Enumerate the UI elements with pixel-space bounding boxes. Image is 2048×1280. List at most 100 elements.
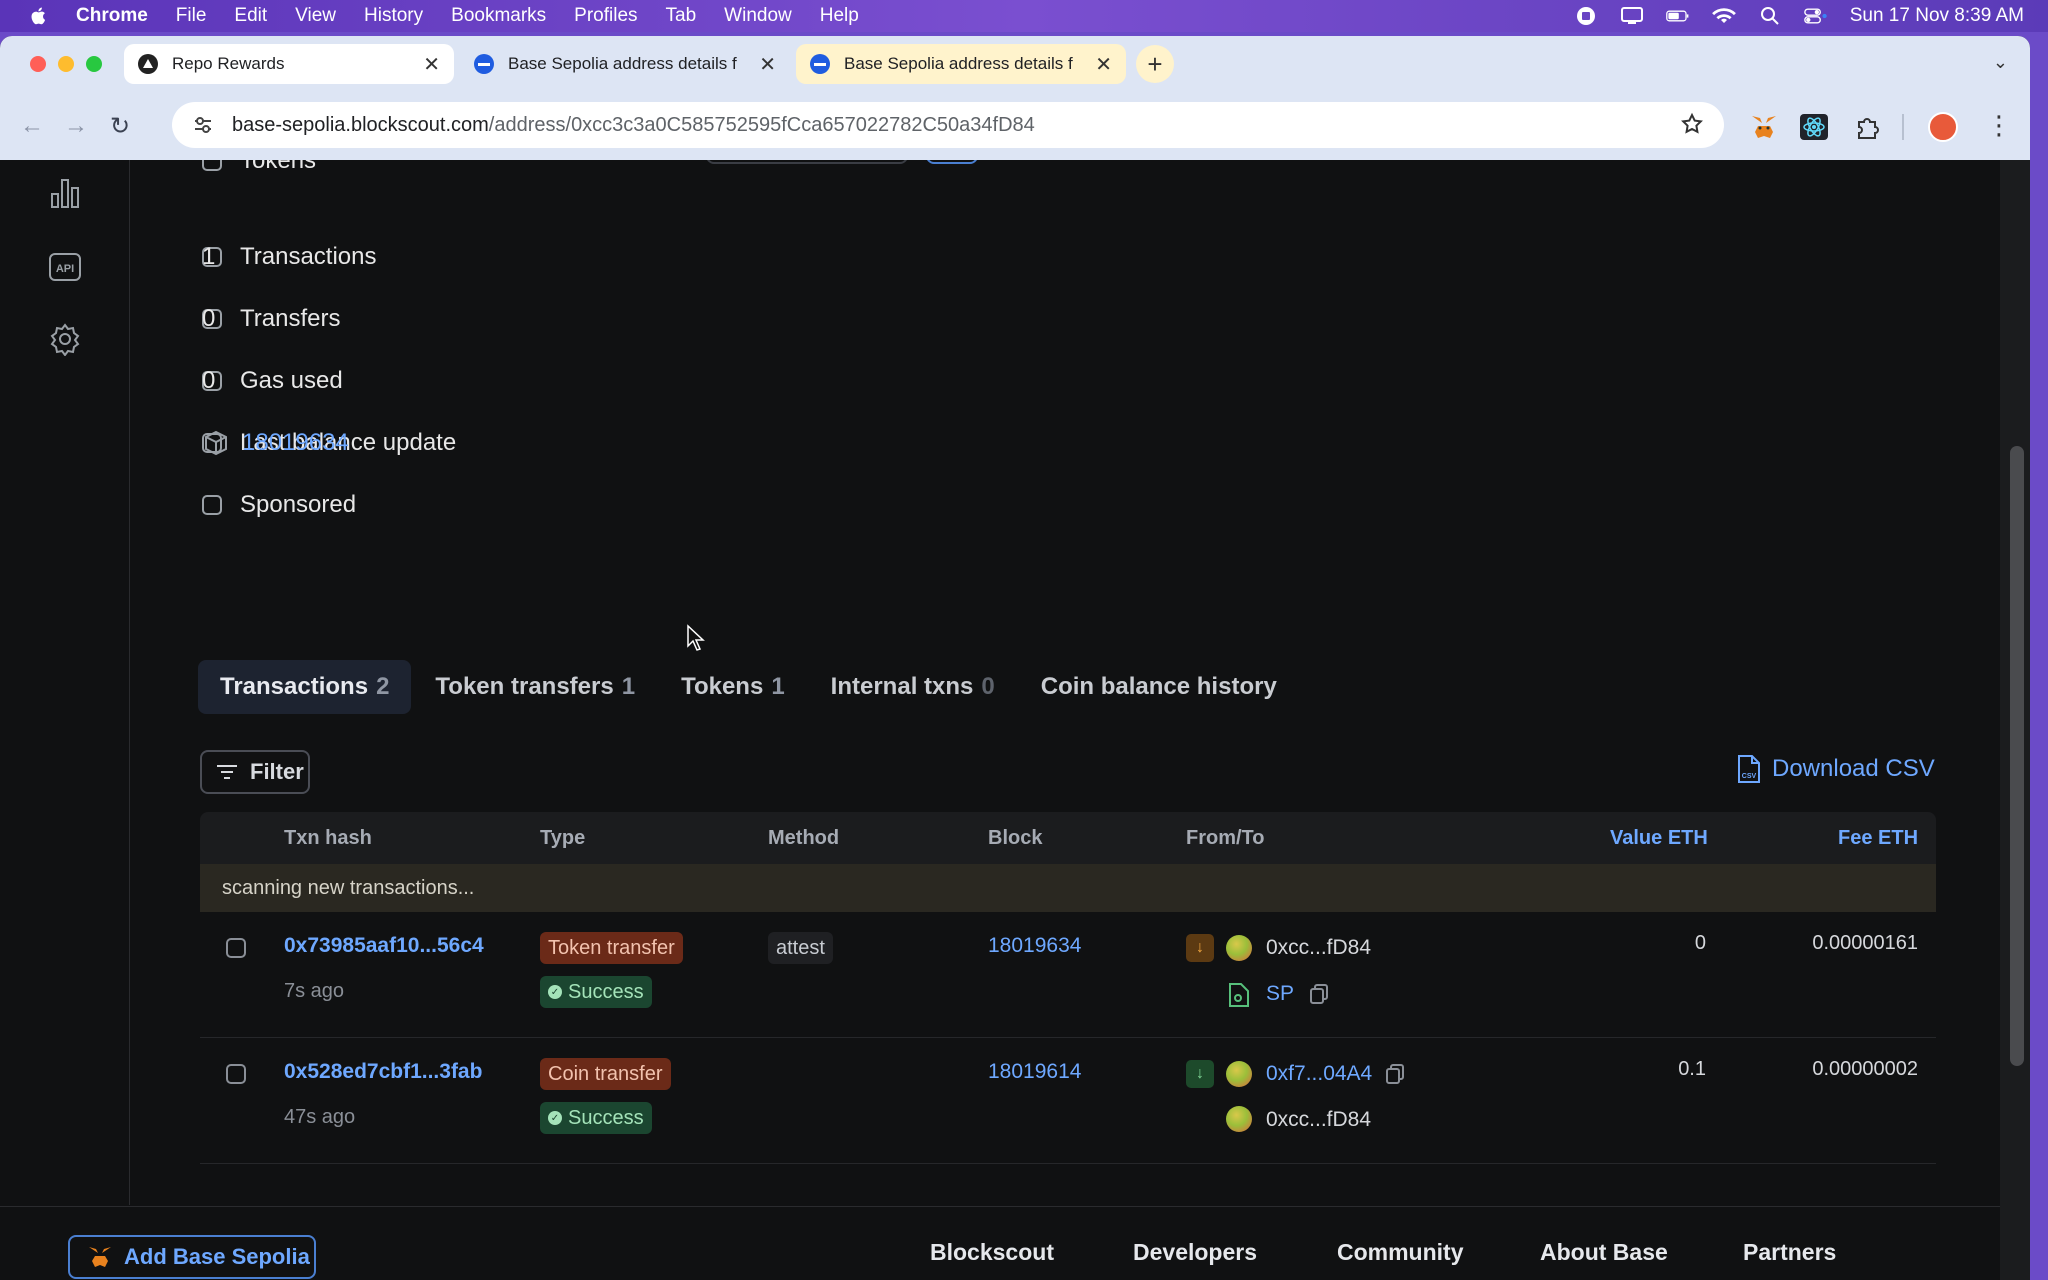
- from-address[interactable]: 0xcc...fD84: [1266, 936, 1371, 960]
- add-network-button[interactable]: Add Base Sepolia: [68, 1235, 316, 1279]
- tab-transactions[interactable]: Transactions 2: [198, 660, 412, 714]
- filter-button[interactable]: Filter: [200, 750, 310, 794]
- page-scrollbar[interactable]: [2000, 160, 2030, 1280]
- footer-link-developers[interactable]: Developers: [1133, 1239, 1257, 1266]
- apple-icon[interactable]: [28, 5, 50, 27]
- address-tabs: Transactions 2 Token transfers 1 Tokens 1 I…: [198, 660, 1301, 714]
- filter-label: Filter: [250, 759, 304, 784]
- address-bar[interactable]: base-sepolia.blockscout.com/address/0xcc…: [172, 102, 1724, 148]
- to-address[interactable]: 0xcc...fD84: [1266, 1108, 1371, 1132]
- back-button[interactable]: ←: [20, 112, 44, 140]
- footer-link-partners[interactable]: Partners: [1743, 1239, 1836, 1266]
- detail-row-transfers: Transfers 0: [202, 302, 506, 336]
- row-info-icon[interactable]: [226, 1064, 246, 1084]
- menu-help[interactable]: Help: [820, 5, 859, 27]
- browser-tab-repo-rewards[interactable]: Repo Rewards ✕: [124, 44, 454, 84]
- menubar-clock[interactable]: Sun 17 Nov 8:39 AM: [1850, 5, 2024, 27]
- menu-tab[interactable]: Tab: [666, 5, 697, 27]
- close-window-button[interactable]: [30, 56, 46, 72]
- menu-app-name[interactable]: Chrome: [76, 5, 148, 27]
- detail-row-sponsored: Sponsored: [202, 488, 506, 522]
- row-info-icon[interactable]: [226, 938, 246, 958]
- incoming-arrow-icon: ↓: [1186, 1060, 1214, 1088]
- react-devtools-icon[interactable]: [1800, 114, 1828, 140]
- control-center-icon[interactable]: [1803, 6, 1828, 26]
- close-tab-icon[interactable]: ✕: [759, 52, 776, 77]
- site-info-icon[interactable]: [192, 114, 214, 136]
- tab-search-chevron-icon[interactable]: ⌄: [1993, 52, 2008, 73]
- menu-edit[interactable]: Edit: [234, 5, 267, 27]
- footer-link-community[interactable]: Community: [1337, 1239, 1464, 1266]
- scrollbar-thumb[interactable]: [2010, 446, 2024, 1066]
- browser-tab-base-sepolia-2[interactable]: Base Sepolia address details f ✕: [796, 44, 1126, 84]
- tokens-view-button[interactable]: [926, 160, 978, 164]
- menu-view[interactable]: View: [295, 5, 336, 27]
- copy-icon[interactable]: [1386, 1064, 1404, 1084]
- info-icon[interactable]: [202, 495, 222, 515]
- tab-coin-balance-history[interactable]: Coin balance history: [1019, 660, 1299, 714]
- close-tab-icon[interactable]: ✕: [1095, 52, 1112, 77]
- extensions-puzzle-icon[interactable]: [1853, 114, 1881, 140]
- table-row: 0x73985aaf10...56c4 7s ago Token transfe…: [200, 912, 1936, 1038]
- repo-rewards-icon: [138, 54, 158, 74]
- new-tab-button[interactable]: +: [1136, 45, 1174, 83]
- check-icon: ✓: [548, 985, 562, 999]
- tab-tokens[interactable]: Tokens 1: [659, 660, 807, 714]
- menu-history[interactable]: History: [364, 5, 423, 27]
- tab-label: Token transfers: [435, 673, 614, 700]
- incoming-arrow-icon: ↓: [1186, 934, 1214, 962]
- spotlight-search-icon[interactable]: [1758, 6, 1782, 26]
- url-path: /address/0xcc3c3a0C585752595fCca65702278…: [488, 113, 1035, 136]
- browser-tab-base-sepolia-1[interactable]: Base Sepolia address details f ✕: [460, 44, 790, 84]
- footer-link-blockscout[interactable]: Blockscout: [930, 1239, 1054, 1266]
- tokens-dropdown-button[interactable]: [706, 160, 908, 164]
- minimize-window-button[interactable]: [58, 56, 74, 72]
- screen-record-icon[interactable]: [1574, 6, 1598, 26]
- detail-row-gas-used: Gas used 0: [202, 364, 506, 398]
- col-txn-hash: Txn hash: [284, 827, 372, 849]
- menu-bookmarks[interactable]: Bookmarks: [451, 5, 546, 27]
- tab-token-transfers[interactable]: Token transfers 1: [413, 660, 657, 714]
- tab-strip: Repo Rewards ✕ Base Sepolia address deta…: [0, 36, 2030, 92]
- to-contract-link[interactable]: SP: [1266, 982, 1294, 1006]
- menu-profiles[interactable]: Profiles: [574, 5, 637, 27]
- forward-button[interactable]: →: [64, 112, 88, 140]
- info-icon[interactable]: [202, 160, 222, 171]
- txn-hash-link[interactable]: 0x528ed7cbf1...3fab: [284, 1060, 482, 1084]
- download-csv-link[interactable]: CSV Download CSV: [1736, 754, 1935, 784]
- status-text: Success: [568, 980, 644, 1003]
- tab-count: 0: [981, 673, 995, 700]
- metamask-extension-icon[interactable]: [1750, 114, 1778, 140]
- copy-icon[interactable]: [1310, 984, 1328, 1004]
- from-address-link[interactable]: 0xf7...04A4: [1266, 1062, 1372, 1086]
- transactions-count-link[interactable]: 1: [202, 243, 215, 271]
- display-icon[interactable]: [1620, 6, 1644, 26]
- reload-button[interactable]: ↻: [108, 112, 132, 141]
- charts-stats-icon[interactable]: [48, 176, 82, 210]
- settings-gear-icon[interactable]: [48, 322, 82, 356]
- bookmark-star-icon[interactable]: [1680, 112, 1704, 136]
- txn-hash-link[interactable]: 0x73985aaf10...56c4: [284, 934, 484, 958]
- tab-internal-txns[interactable]: Internal txns 0: [809, 660, 1017, 714]
- zoom-window-button[interactable]: [86, 56, 102, 72]
- block-link[interactable]: 18019634: [242, 429, 349, 457]
- tab-count: 1: [771, 673, 785, 700]
- wifi-icon[interactable]: [1711, 6, 1736, 26]
- close-tab-icon[interactable]: ✕: [423, 52, 440, 77]
- tab-label: Internal txns: [830, 673, 974, 700]
- col-value-eth[interactable]: Value ETH: [1610, 827, 1708, 850]
- footer-link-about-base[interactable]: About Base: [1540, 1239, 1668, 1266]
- block-link[interactable]: 18019634: [988, 934, 1081, 958]
- col-fee-eth[interactable]: Fee ETH: [1838, 827, 1918, 850]
- profile-avatar[interactable]: [1928, 112, 1958, 142]
- method-badge: attest: [768, 932, 833, 964]
- base-icon: [474, 54, 494, 74]
- chrome-menu-icon[interactable]: ⋮: [1986, 110, 2012, 141]
- api-icon[interactable]: API: [48, 250, 82, 284]
- browser-window: Repo Rewards ✕ Base Sepolia address deta…: [0, 36, 2030, 1280]
- menu-file[interactable]: File: [176, 5, 207, 27]
- block-link[interactable]: 18019614: [988, 1060, 1081, 1084]
- battery-icon[interactable]: [1665, 6, 1690, 26]
- value-eth: 0.1: [1678, 1058, 1706, 1080]
- menu-window[interactable]: Window: [724, 5, 792, 27]
